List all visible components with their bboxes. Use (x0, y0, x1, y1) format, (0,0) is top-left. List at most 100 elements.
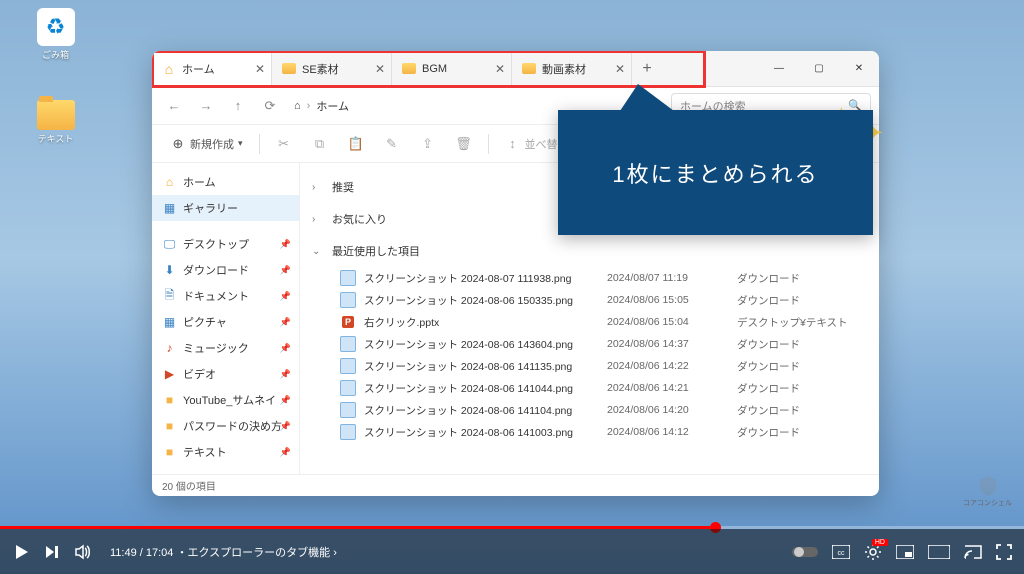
breadcrumb-separator: › (307, 100, 311, 112)
miniplayer-button[interactable] (896, 545, 914, 559)
sidebar-item-0[interactable]: ⌂ホーム (152, 169, 299, 195)
folder-label: テキスト (28, 132, 83, 145)
breadcrumb-home: ホーム (316, 98, 349, 114)
file-row[interactable]: スクリーンショット 2024-08-06 141135.png2024/08/0… (300, 355, 879, 377)
copy-icon: ⧉ (312, 136, 328, 152)
delete-button[interactable]: 🗑 (448, 132, 480, 156)
file-name: 右クリック.pptx (364, 315, 607, 330)
folder-icon (37, 100, 75, 130)
new-button[interactable]: ⊕ 新規作成 ▾ (162, 132, 251, 156)
file-name: スクリーンショット 2024-08-06 141104.png (364, 403, 607, 418)
file-row[interactable]: スクリーンショット 2024-08-06 141003.png2024/08/0… (300, 421, 879, 443)
home-icon: ⌂ (162, 175, 177, 190)
sort-icon: ↕ (505, 136, 521, 152)
cut-button[interactable]: ✂ (268, 132, 300, 156)
up-button[interactable]: ↑ (224, 92, 252, 120)
file-name: スクリーンショット 2024-08-07 111938.png (364, 271, 607, 286)
folder-icon (282, 62, 296, 76)
sidebar-item-11[interactable]: ■テキスト📌 (152, 439, 299, 465)
file-name: スクリーンショット 2024-08-06 150335.png (364, 293, 607, 308)
rename-icon: ✎ (384, 136, 400, 152)
sidebar-item-8[interactable]: ▶ビデオ📌 (152, 361, 299, 387)
settings-button[interactable]: HD (864, 543, 882, 561)
sort-label: 並べ替 (525, 136, 558, 152)
desktop-folder-text[interactable]: テキスト (28, 96, 83, 145)
sidebar-item-6[interactable]: ▦ピクチャ📌 (152, 309, 299, 335)
file-row[interactable]: スクリーンショット 2024-08-06 141044.png2024/08/0… (300, 377, 879, 399)
file-location: ダウンロード (737, 403, 867, 418)
home-icon: ⌂ (294, 100, 301, 112)
sidebar-label: テキスト (183, 444, 227, 460)
file-row[interactable]: スクリーンショット 2024-08-06 150335.png2024/08/0… (300, 289, 879, 311)
autoplay-toggle[interactable] (792, 545, 818, 559)
close-window-button[interactable]: ✕ (839, 51, 879, 86)
toolbar-separator (259, 134, 260, 154)
section-recent[interactable]: ⌄ 最近使用した項目 (312, 239, 867, 263)
recycle-bin[interactable]: ごみ箱 (28, 8, 83, 61)
file-location: デスクトップ¥テキスト (737, 315, 867, 330)
minimize-button[interactable]: — (759, 51, 799, 86)
sidebar-item-7[interactable]: ♪ミュージック📌 (152, 335, 299, 361)
file-name: スクリーンショット 2024-08-06 141044.png (364, 381, 607, 396)
folder-icon: ■ (162, 393, 177, 408)
close-tab-icon[interactable]: ✕ (255, 62, 265, 76)
file-date: 2024/08/06 14:37 (607, 338, 737, 350)
cut-icon: ✂ (276, 136, 292, 152)
paste-button[interactable]: 📋 (340, 132, 372, 156)
cast-button[interactable] (964, 545, 982, 559)
maximize-button[interactable]: ▢ (799, 51, 839, 86)
share-button[interactable]: ⇪ (412, 132, 444, 156)
theater-button[interactable] (928, 545, 950, 559)
close-tab-icon[interactable]: ✕ (615, 62, 625, 76)
sidebar: ⌂ホーム ▦ ギャラリー 🖵デスクトップ📌⬇ダウンロード📌🗎ドキュメント📌▦ピクチャ📌… (152, 163, 300, 474)
file-row[interactable]: スクリーンショット 2024-08-07 111938.png2024/08/0… (300, 267, 879, 289)
hd-badge: HD (872, 539, 888, 546)
captions-button[interactable]: cc (832, 545, 850, 559)
close-tab-icon[interactable]: ✕ (495, 62, 505, 76)
section-label: 最近使用した項目 (332, 243, 420, 259)
folder-icon (402, 62, 416, 76)
sidebar-item-10[interactable]: ■パスワードの決め方📌 (152, 413, 299, 439)
sidebar-item-4[interactable]: ⬇ダウンロード📌 (152, 257, 299, 283)
file-row[interactable]: 右クリック.pptx2024/08/06 15:04デスクトップ¥テキスト (300, 311, 879, 333)
play-button[interactable] (12, 543, 30, 561)
fullscreen-button[interactable] (996, 544, 1012, 560)
back-button[interactable]: ← (160, 92, 188, 120)
refresh-button[interactable]: ⟳ (256, 92, 284, 120)
sidebar-item-3[interactable]: 🖵デスクトップ📌 (152, 231, 299, 257)
volume-button[interactable] (74, 543, 92, 561)
close-tab-icon[interactable]: ✕ (375, 62, 385, 76)
brand-label: コアコンシェル (963, 500, 1012, 507)
sidebar-item-9[interactable]: ■YouTube_サムネイ📌 (152, 387, 299, 413)
copy-button[interactable]: ⧉ (304, 132, 336, 156)
folder-icon (522, 62, 536, 76)
sidebar-item-1[interactable]: ▦ ギャラリー (152, 195, 299, 221)
image-icon (340, 380, 356, 396)
item-count: 20 個の項目 (162, 478, 216, 493)
file-date: 2024/08/07 11:19 (607, 272, 737, 284)
tab-2[interactable]: BGM✕ (392, 51, 512, 86)
file-name: スクリーンショット 2024-08-06 141003.png (364, 425, 607, 440)
chapter-title: ・エクスプローラーのタブ機能 (176, 547, 330, 559)
sidebar-label: ダウンロード (183, 262, 249, 278)
rename-button[interactable]: ✎ (376, 132, 408, 156)
status-bar: 20 個の項目 (152, 474, 879, 496)
sort-button[interactable]: ↕ 並べ替 (497, 132, 566, 156)
new-tab-button[interactable]: + (632, 51, 662, 86)
gallery-icon: ▦ (162, 201, 177, 216)
file-row[interactable]: スクリーンショット 2024-08-06 141104.png2024/08/0… (300, 399, 879, 421)
tab-0[interactable]: ホーム✕ (152, 51, 272, 86)
sidebar-item-5[interactable]: 🗎ドキュメント📌 (152, 283, 299, 309)
next-button[interactable] (44, 544, 60, 560)
sidebar-label: ギャラリー (183, 200, 238, 216)
tab-3[interactable]: 動画素材✕ (512, 51, 632, 86)
forward-button[interactable]: → (192, 92, 220, 120)
file-location: ダウンロード (737, 425, 867, 440)
share-icon: ⇪ (420, 136, 436, 152)
chevron-right-icon: › (333, 547, 337, 559)
chevron-right-icon: › (312, 182, 324, 193)
file-row[interactable]: スクリーンショット 2024-08-06 143604.png2024/08/0… (300, 333, 879, 355)
sidebar-label: ビデオ (183, 366, 216, 382)
tab-1[interactable]: SE素材✕ (272, 51, 392, 86)
document-icon: 🗎 (162, 289, 177, 304)
